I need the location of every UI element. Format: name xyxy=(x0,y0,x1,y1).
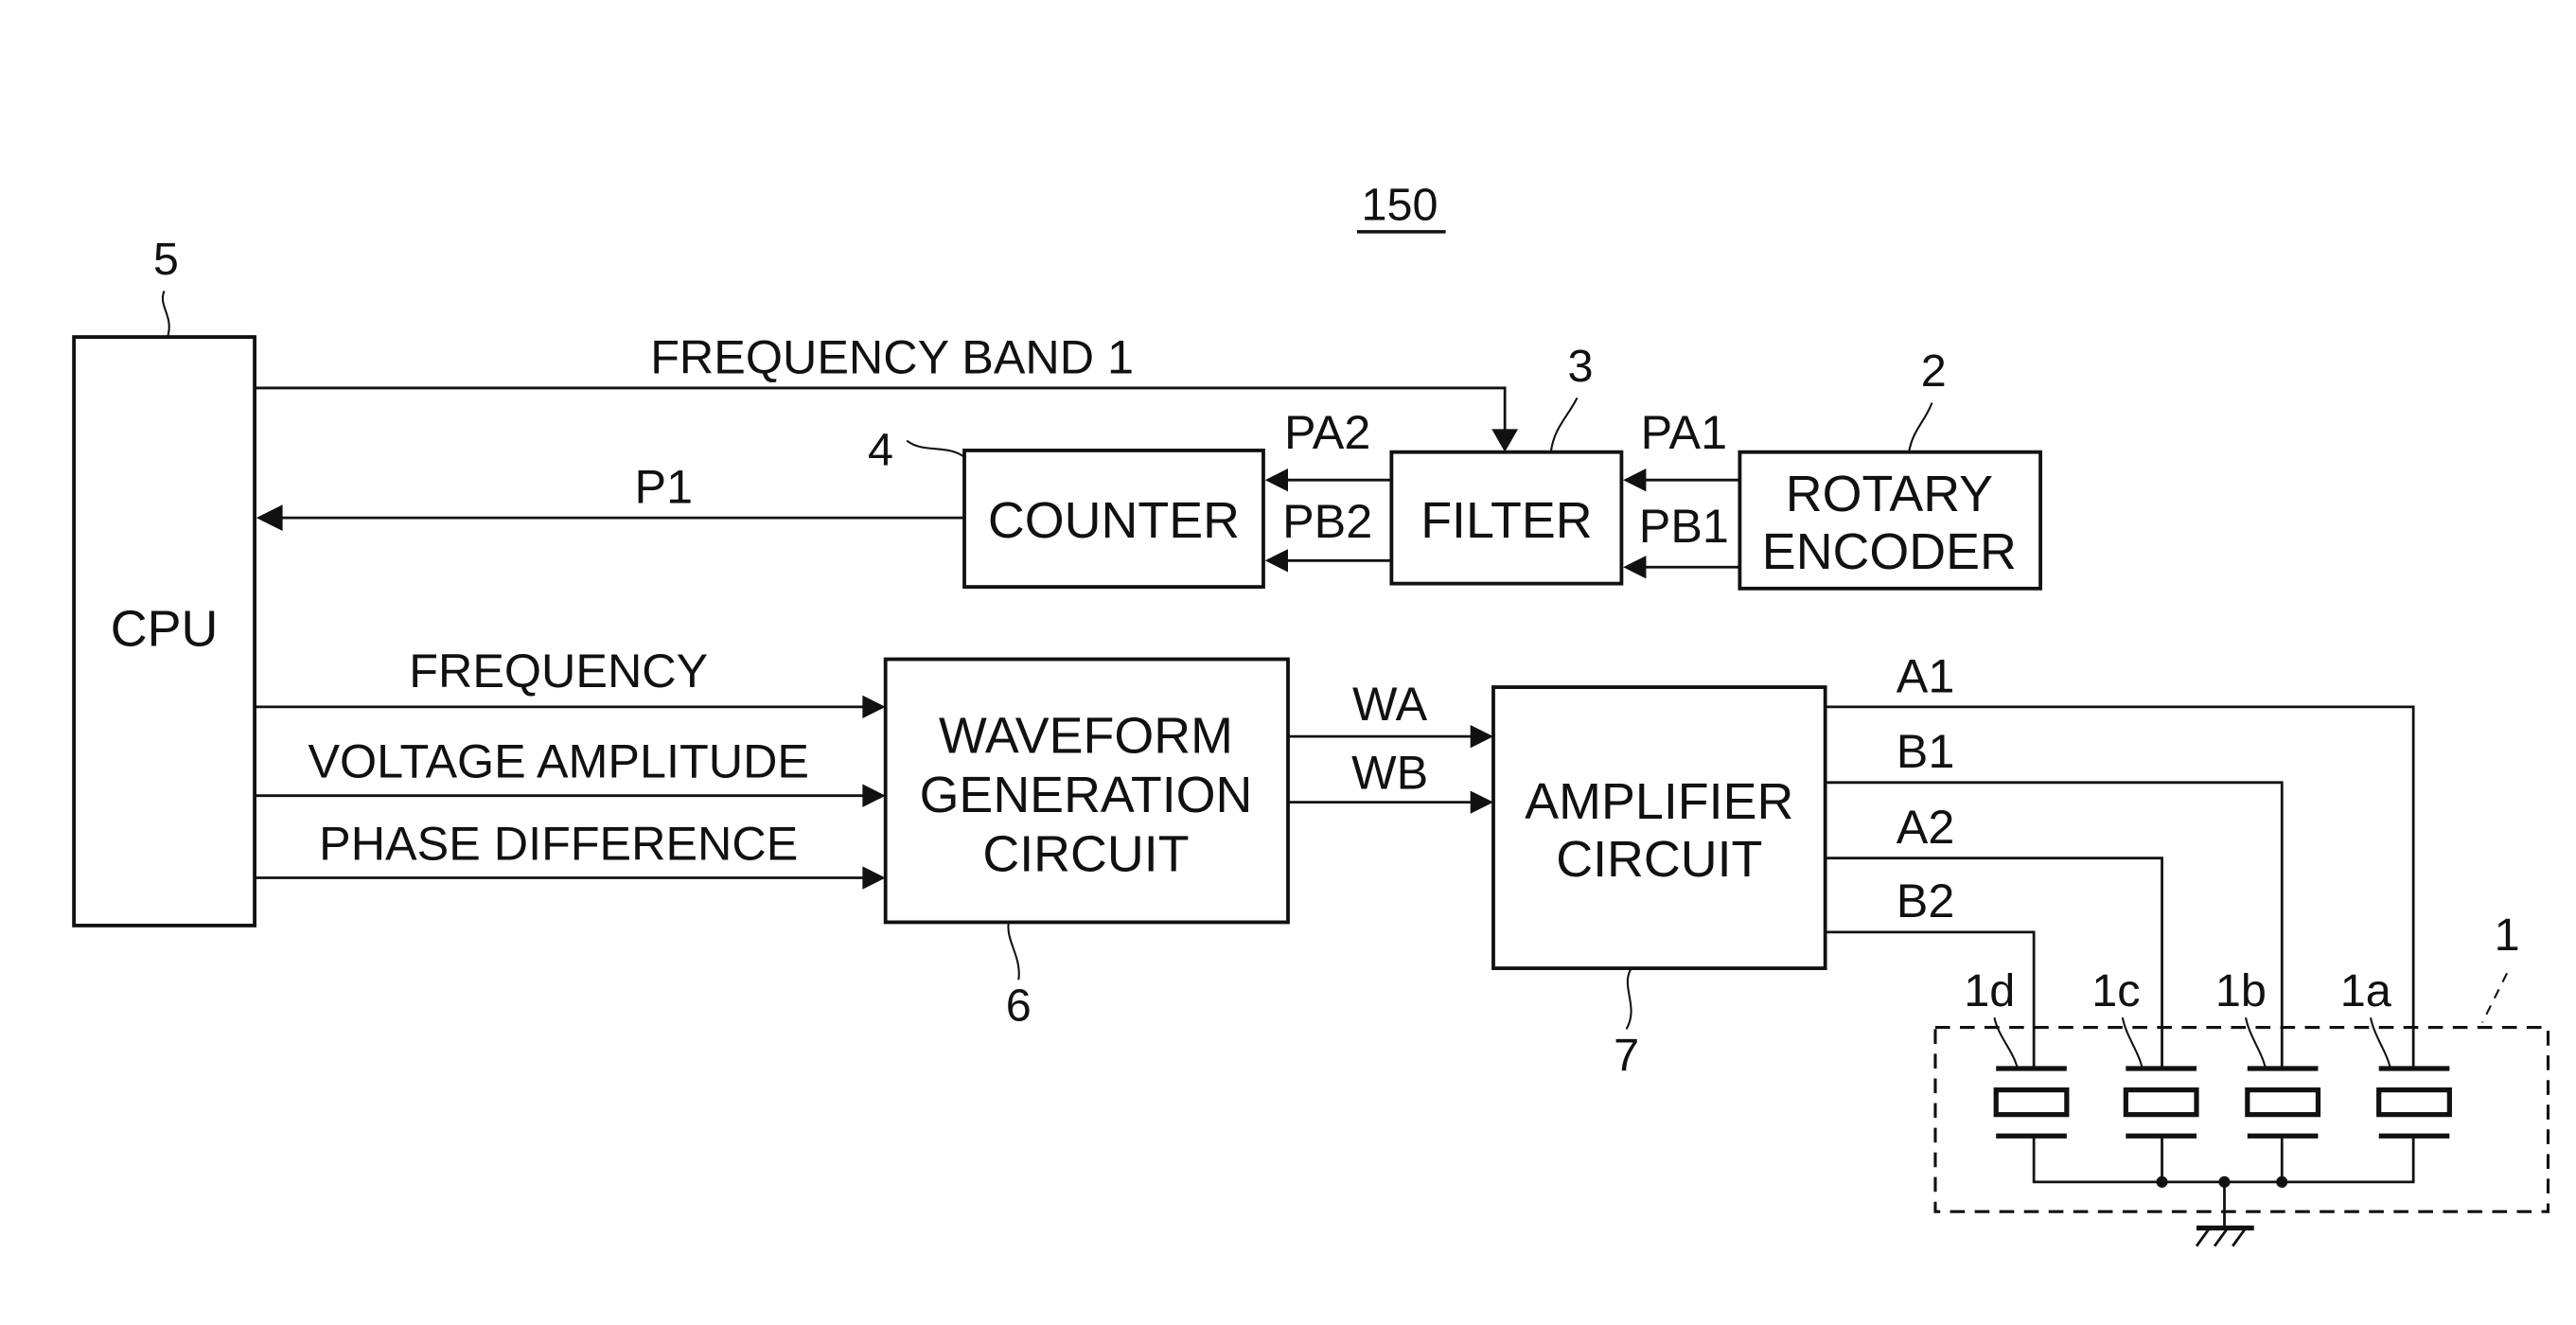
pb1-label: PB1 xyxy=(1639,499,1729,553)
piezo-element-1b[interactable]: 1b xyxy=(2215,965,2321,1139)
waveform-ref: 6 xyxy=(1006,980,1032,1032)
wb-arrowhead xyxy=(1470,790,1493,814)
vibrator-leader-line xyxy=(2481,972,2509,1023)
filter-ref: 3 xyxy=(1567,341,1593,392)
cpu-label: CPU xyxy=(111,601,219,658)
wa-arrowhead xyxy=(1470,725,1493,749)
amplifier-label-line2: CIRCUIT xyxy=(1556,831,1762,888)
rotary-encoder-leader-line xyxy=(1908,402,1933,452)
piezo-ref-1c: 1c xyxy=(2091,965,2140,1016)
pb1-arrowhead xyxy=(1623,556,1647,579)
vibrator-unit[interactable]: 1 1d 1c 1b 1a xyxy=(1933,910,2550,1213)
ground-hatch xyxy=(2232,1227,2248,1247)
piezo-element-1d[interactable]: 1d xyxy=(1964,965,2070,1139)
piezo-leader-1d xyxy=(1993,1016,2019,1069)
phase-difference-arrowhead xyxy=(862,866,886,890)
junction-dot-icon xyxy=(2156,1175,2168,1188)
b1-wire xyxy=(1825,781,2284,1069)
piezo-ref-1a: 1a xyxy=(2340,965,2392,1016)
wa-label: WA xyxy=(1352,677,1428,731)
pb2-arrowhead xyxy=(1264,549,1288,573)
p1-label: P1 xyxy=(635,460,694,514)
frequency-arrowhead xyxy=(862,695,886,719)
cpu-ref: 5 xyxy=(153,234,179,285)
a2-label: A2 xyxy=(1897,800,1955,854)
piezo-leader-1b xyxy=(2245,1016,2267,1069)
amplifier-label-line1: AMPLIFIER xyxy=(1525,773,1793,830)
rotary-encoder-ref: 2 xyxy=(1921,345,1947,397)
phase-difference-label: PHASE DIFFERENCE xyxy=(319,816,798,870)
ground-icon xyxy=(2195,1181,2254,1247)
a1-label: A1 xyxy=(1897,648,1955,702)
piezo-ref-1b: 1b xyxy=(2215,965,2267,1016)
pa1-label: PA1 xyxy=(1641,405,1727,459)
pa2-label: PA2 xyxy=(1284,405,1370,459)
p1-arrowhead xyxy=(256,504,283,532)
ground-hatch xyxy=(2195,1227,2212,1247)
filter-block[interactable]: FILTER 3 xyxy=(1389,341,1624,586)
b1-label: B1 xyxy=(1897,724,1955,778)
figure-reference-number: 150 xyxy=(1362,180,1438,231)
filter-leader-line xyxy=(1549,397,1579,452)
rotary-encoder-block[interactable]: ROTARY ENCODER 2 xyxy=(1738,345,2042,591)
voltage-amplitude-arrowhead xyxy=(862,784,886,807)
counter-ref: 4 xyxy=(868,425,893,476)
waveform-generation-block[interactable]: WAVEFORM GENERATION CIRCUIT 6 xyxy=(883,657,1290,1032)
amplifier-leader-line xyxy=(1625,967,1632,1030)
frequency-label: FREQUENCY xyxy=(409,644,708,698)
cpu-block[interactable]: CPU 5 xyxy=(72,234,256,928)
pa2-arrowhead xyxy=(1264,468,1288,492)
piezo-body-1b xyxy=(2245,1087,2321,1118)
filter-to-counter-signals: PA2 PB2 xyxy=(1264,405,1392,573)
piezo-body-1d xyxy=(1993,1087,2070,1118)
counter-leader-line xyxy=(906,439,965,458)
pa1-arrowhead xyxy=(1623,468,1647,492)
ground-hatch xyxy=(2213,1227,2230,1247)
vibrator-dashed-enclosure[interactable] xyxy=(1933,1026,2550,1213)
junction-dot-icon xyxy=(2276,1175,2288,1188)
waveform-leader-line xyxy=(1007,922,1020,980)
piezo-body-1a xyxy=(2376,1087,2452,1118)
waveform-label-line3: CIRCUIT xyxy=(982,826,1189,883)
a2-wire xyxy=(1825,857,2163,1069)
vibrator-ref: 1 xyxy=(2495,910,2520,961)
cpu-leader-line xyxy=(161,291,170,338)
voltage-amplitude-label: VOLTAGE AMPLITUDE xyxy=(308,734,809,788)
frequency-band-arrowhead xyxy=(1491,429,1519,452)
piezo-body-1c xyxy=(2123,1087,2199,1118)
amplifier-ref: 7 xyxy=(1614,1030,1639,1081)
b2-label: B2 xyxy=(1897,874,1955,928)
piezo-leader-1a xyxy=(2369,1016,2391,1069)
counter-block[interactable]: COUNTER 4 xyxy=(868,425,1265,590)
pb2-label: PB2 xyxy=(1282,494,1372,548)
waveform-to-amplifier-signals: WA WB xyxy=(1288,677,1493,814)
piezo-element-1a[interactable]: 1a xyxy=(2340,965,2452,1139)
amplifier-block[interactable]: AMPLIFIER CIRCUIT 7 xyxy=(1491,685,1827,1081)
wb-label: WB xyxy=(1351,746,1428,800)
waveform-label-line1: WAVEFORM xyxy=(939,708,1233,765)
filter-label: FILTER xyxy=(1420,492,1592,549)
encoder-to-filter-signals: PA1 PB1 xyxy=(1623,405,1740,579)
figure-reference: 150 xyxy=(1356,180,1446,234)
p1-signal: P1 xyxy=(256,460,965,532)
rotary-encoder-label-line1: ROTARY xyxy=(1786,466,1993,522)
piezo-leader-1c xyxy=(2121,1016,2144,1069)
cpu-to-waveform-signals: FREQUENCY VOLTAGE AMPLITUDE PHASE DIFFER… xyxy=(255,644,886,890)
piezo-element-1c[interactable]: 1c xyxy=(2091,965,2199,1139)
ground-bus-wire xyxy=(2032,1136,2415,1184)
piezo-ref-1d: 1d xyxy=(1964,965,2015,1016)
block-diagram: 150 CPU 5 FREQUENCY BAND 1 COUNTER 4 P1 … xyxy=(72,180,2550,1247)
counter-label: COUNTER xyxy=(988,492,1240,549)
waveform-label-line2: GENERATION xyxy=(920,767,1253,823)
frequency-band-label: FREQUENCY BAND 1 xyxy=(650,329,1134,383)
rotary-encoder-label-line2: ENCODER xyxy=(1762,523,2017,580)
